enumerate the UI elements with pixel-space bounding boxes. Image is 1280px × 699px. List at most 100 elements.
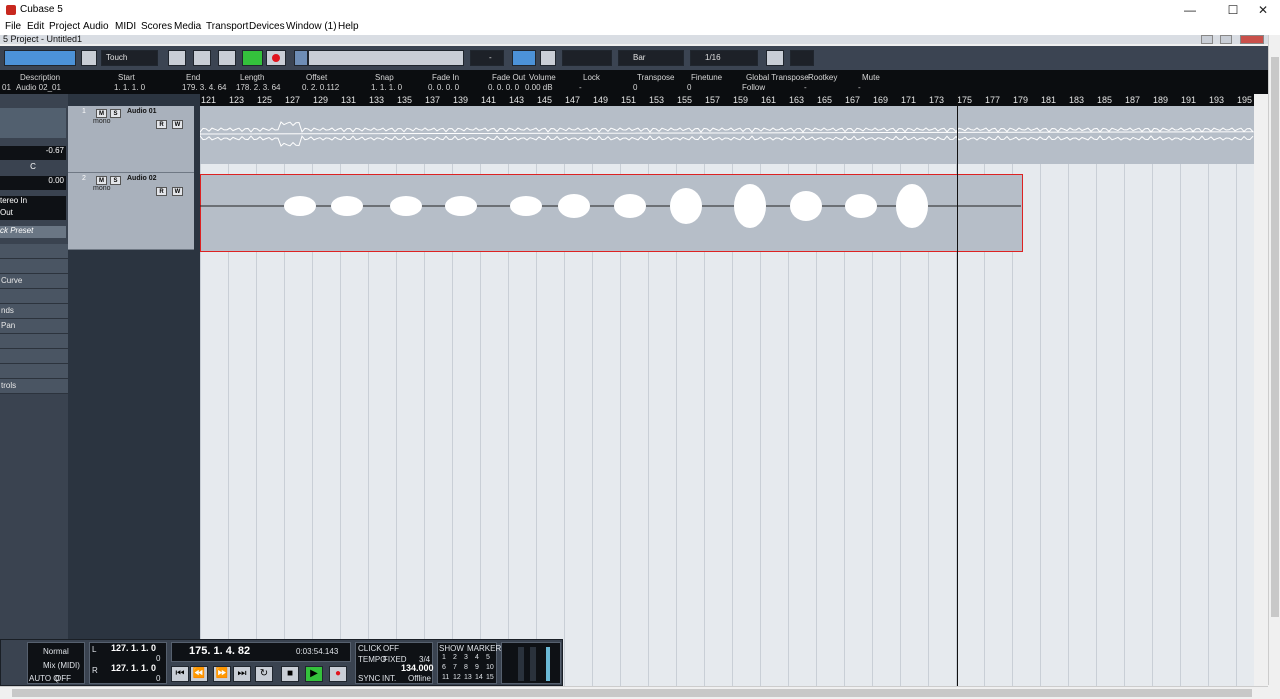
menu-scores[interactable]: Scores — [141, 21, 172, 32]
play-icon[interactable]: ▶ — [305, 666, 323, 682]
object-selection-tool-icon[interactable] — [294, 50, 308, 66]
write-automation-button[interactable]: W — [172, 187, 183, 196]
solo-button[interactable]: S — [110, 176, 121, 185]
fast-forward-icon[interactable]: ⏩ — [213, 666, 231, 682]
inspector-volume[interactable]: -0.67 — [0, 146, 66, 160]
right-locator[interactable]: 127. 1. 1. 0 — [111, 663, 156, 673]
record-icon[interactable]: ● — [329, 666, 347, 682]
maximize-button[interactable]: ☐ — [1216, 0, 1250, 20]
left-locator[interactable]: 127. 1. 1. 0 — [111, 643, 156, 653]
inspector-section[interactable] — [0, 349, 68, 364]
minimize-button[interactable]: — — [1173, 0, 1207, 20]
inspector-pan[interactable]: C — [0, 162, 66, 176]
info-value-lock[interactable]: - — [579, 83, 582, 92]
inspector-input-routing[interactable]: tereo In — [0, 196, 66, 208]
grid-value-select[interactable]: - — [470, 50, 504, 66]
marker-button[interactable]: 9 — [475, 664, 479, 671]
menu-midi[interactable]: MIDI — [115, 21, 136, 32]
project-restore-button[interactable] — [1220, 35, 1232, 44]
go-to-start-icon[interactable] — [168, 50, 186, 66]
marker-button[interactable]: 2 — [453, 654, 457, 661]
record-icon[interactable] — [266, 50, 286, 66]
menu-transport[interactable]: Transport — [206, 21, 248, 32]
info-value-global-transpose[interactable]: Follow — [742, 83, 765, 92]
inspector-section[interactable] — [0, 334, 68, 349]
cycle-icon[interactable] — [193, 50, 211, 66]
play-icon[interactable] — [242, 50, 263, 66]
info-value-finetune[interactable]: 0 — [687, 83, 691, 92]
track-audio-01[interactable]: 1 M S Audio 01 mono R W — [68, 106, 194, 173]
tool-buttons[interactable] — [308, 50, 464, 66]
horizontal-scrollbar[interactable] — [0, 686, 1268, 699]
marker-button[interactable]: 7 — [453, 664, 457, 671]
info-value-start[interactable]: 1. 1. 1. 0 — [114, 83, 145, 92]
quantize-settings-icon[interactable] — [766, 50, 784, 66]
info-value-fade-out[interactable]: 0. 0. 0. 0 — [488, 83, 519, 92]
marker-button[interactable]: 4 — [475, 654, 479, 661]
inspector-section-pan[interactable]: Pan — [0, 319, 68, 334]
marker-button[interactable]: 3 — [464, 654, 468, 661]
menu-help[interactable]: Help — [338, 21, 359, 32]
inspector-section[interactable] — [0, 259, 68, 274]
menu-edit[interactable]: Edit — [27, 21, 44, 32]
marker-button[interactable]: 14 — [475, 674, 483, 681]
read-automation-button[interactable]: R — [156, 120, 167, 129]
go-to-end-icon[interactable]: ⏭ — [233, 666, 251, 682]
timeline-ruler[interactable]: 121 123 125 127 129 131 133 135 137 139 141 143 145 1… — [200, 94, 1254, 106]
automation-mode-select[interactable]: Touch — [101, 50, 158, 66]
project-minimize-button[interactable] — [1201, 35, 1213, 44]
info-value-transpose[interactable]: 0 — [633, 83, 637, 92]
menu-audio[interactable]: Audio — [83, 21, 109, 32]
info-value-description[interactable]: Audio 02_01 — [16, 83, 61, 92]
info-value-mute[interactable]: - — [858, 83, 861, 92]
marker-button[interactable]: 13 — [464, 674, 472, 681]
inspector-output-routing[interactable]: Out — [0, 208, 66, 220]
sync-source[interactable]: INT. — [382, 674, 396, 683]
marker-button[interactable]: 10 — [486, 664, 494, 671]
menu-window[interactable]: Window (1) — [286, 21, 337, 32]
info-value-end[interactable]: 179. 3. 4. 64 — [182, 83, 226, 92]
info-value-rootkey[interactable]: - — [804, 83, 807, 92]
inspector-section-curve[interactable]: Curve — [0, 274, 68, 289]
menu-file[interactable]: File — [5, 21, 21, 32]
marker-button[interactable]: 6 — [442, 664, 446, 671]
solo-button[interactable]: S — [110, 109, 121, 118]
menu-media[interactable]: Media — [174, 21, 201, 32]
cycle-icon[interactable]: ↻ — [255, 666, 273, 682]
inspector-delay[interactable]: 0.00 — [0, 176, 66, 190]
color-palette-icon[interactable] — [790, 50, 814, 66]
mute-button[interactable]: M — [96, 176, 107, 185]
menu-devices[interactable]: Devices — [249, 21, 285, 32]
inspector-track-buttons[interactable] — [0, 108, 66, 138]
grid-type-select[interactable] — [562, 50, 612, 66]
mix-mode[interactable]: Mix (MIDI) — [43, 661, 80, 670]
menu-project[interactable]: Project — [49, 21, 80, 32]
position-time[interactable]: 0:03:54.143 — [296, 647, 338, 656]
project-close-button[interactable] — [1240, 35, 1264, 44]
marker-button[interactable]: 8 — [464, 664, 468, 671]
write-automation-button[interactable]: W — [172, 120, 183, 129]
inspector-section[interactable] — [0, 244, 68, 259]
automation-icon[interactable] — [81, 50, 97, 66]
close-button[interactable]: ✕ — [1246, 0, 1280, 20]
marker-button[interactable]: 15 — [486, 674, 494, 681]
stop-icon[interactable] — [218, 50, 236, 66]
inspector-section[interactable] — [0, 289, 68, 304]
track-audio-02[interactable]: 2 M S Audio 02 mono R W — [68, 173, 194, 250]
snap-type-select[interactable]: Bar — [618, 50, 684, 66]
inspector-section-sends[interactable]: nds — [0, 304, 68, 319]
horizontal-scroll-thumb[interactable] — [12, 689, 1252, 697]
record-mode[interactable]: Normal — [43, 647, 69, 656]
mute-button[interactable]: M — [96, 109, 107, 118]
stop-icon[interactable]: ■ — [281, 666, 299, 682]
auto-q-state[interactable]: OFF — [55, 674, 71, 683]
inspector-preset[interactable]: ck Preset — [0, 226, 66, 238]
event-display[interactable] — [200, 106, 1254, 686]
rewind-icon[interactable]: ⏪ — [190, 666, 208, 682]
quantize-select[interactable]: 1/16 — [690, 50, 758, 66]
read-automation-button[interactable]: R — [156, 187, 167, 196]
info-value-snap[interactable]: 1. 1. 1. 0 — [371, 83, 402, 92]
autoscroll-icon[interactable] — [512, 50, 536, 66]
marker-button[interactable]: 11 — [442, 674, 449, 681]
click-state[interactable]: OFF — [383, 644, 399, 653]
